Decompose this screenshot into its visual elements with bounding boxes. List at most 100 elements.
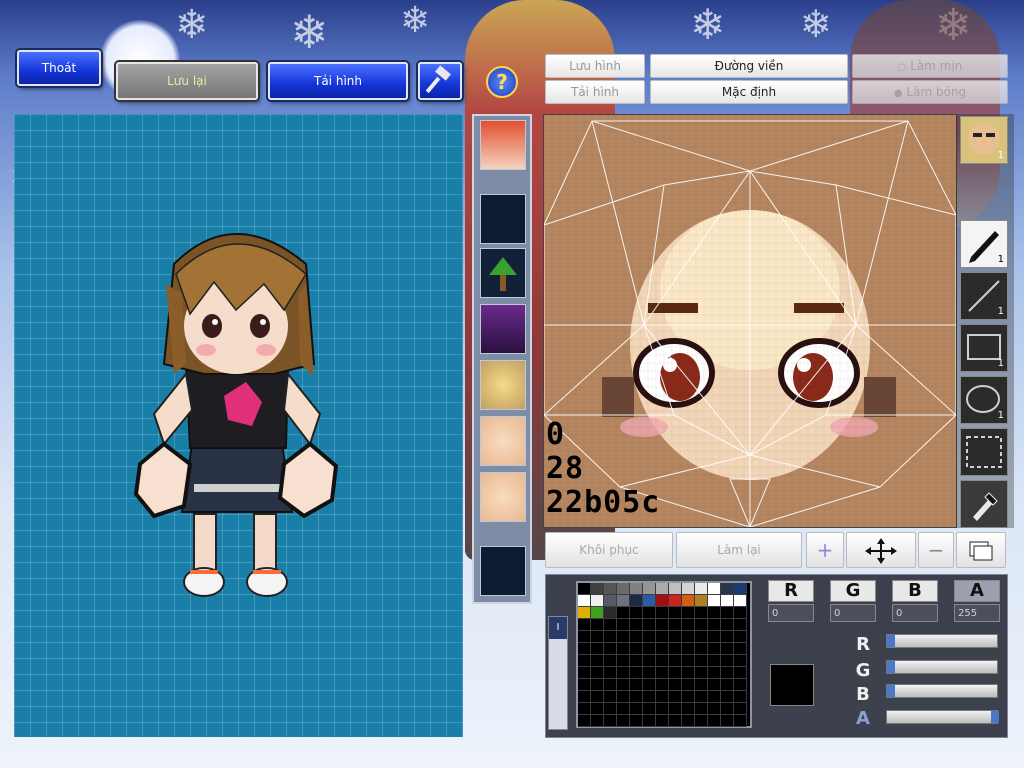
palette-swatch[interactable] bbox=[734, 643, 747, 655]
item-slot-face[interactable] bbox=[480, 360, 526, 410]
hammer-button[interactable] bbox=[418, 62, 462, 100]
palette-swatch[interactable] bbox=[682, 679, 695, 691]
palette-swatch[interactable] bbox=[656, 619, 669, 631]
palette-swatch[interactable] bbox=[630, 715, 643, 727]
palette-swatch[interactable] bbox=[643, 655, 656, 667]
slider-handle[interactable] bbox=[887, 685, 895, 697]
palette-tab-active[interactable]: I bbox=[549, 617, 567, 639]
palette-swatch[interactable] bbox=[721, 691, 734, 703]
palette-swatch[interactable] bbox=[643, 643, 656, 655]
palette-swatch[interactable] bbox=[734, 619, 747, 631]
palette-swatch[interactable] bbox=[643, 715, 656, 727]
ellipse-tool[interactable]: 1 bbox=[960, 376, 1008, 424]
palette-swatch[interactable] bbox=[630, 631, 643, 643]
item-slot-hair[interactable] bbox=[480, 120, 526, 170]
palette-swatch[interactable] bbox=[721, 667, 734, 679]
palette-swatch[interactable] bbox=[604, 655, 617, 667]
palette-swatch[interactable] bbox=[617, 679, 630, 691]
palette-swatch[interactable] bbox=[578, 667, 591, 679]
blue-value-field[interactable]: 0 bbox=[892, 604, 938, 622]
palette-swatch[interactable] bbox=[591, 679, 604, 691]
palette-swatch[interactable] bbox=[643, 631, 656, 643]
palette-swatch[interactable] bbox=[578, 655, 591, 667]
palette-swatch[interactable] bbox=[656, 643, 669, 655]
palette-swatch[interactable] bbox=[721, 583, 734, 595]
palette-swatch[interactable] bbox=[734, 655, 747, 667]
palette-swatch[interactable] bbox=[695, 583, 708, 595]
tab-default[interactable]: Mặc định bbox=[650, 80, 848, 104]
palette-swatch[interactable] bbox=[591, 631, 604, 643]
palette-swatch[interactable] bbox=[656, 679, 669, 691]
selection-tool[interactable] bbox=[960, 428, 1008, 476]
palette-swatch[interactable] bbox=[734, 691, 747, 703]
palette-swatch[interactable] bbox=[708, 643, 721, 655]
palette-swatch[interactable] bbox=[721, 595, 734, 607]
palette-swatch[interactable] bbox=[721, 655, 734, 667]
item-slot-plant[interactable] bbox=[480, 248, 526, 298]
palette-swatch[interactable] bbox=[734, 631, 747, 643]
palette-swatch[interactable] bbox=[721, 715, 734, 727]
palette-side-tabs[interactable]: I bbox=[548, 616, 568, 730]
palette-swatch[interactable] bbox=[734, 583, 747, 595]
green-slider[interactable] bbox=[886, 660, 998, 674]
texture-editor-canvas[interactable] bbox=[543, 114, 957, 528]
palette-swatch[interactable] bbox=[734, 667, 747, 679]
pen-tool[interactable]: 1 bbox=[960, 220, 1008, 268]
palette-swatch[interactable] bbox=[721, 619, 734, 631]
palette-swatch[interactable] bbox=[617, 595, 630, 607]
palette-swatch[interactable] bbox=[617, 631, 630, 643]
reload-image-button[interactable]: Tải hình bbox=[268, 62, 408, 100]
palette-swatch[interactable] bbox=[617, 643, 630, 655]
palette-swatch[interactable] bbox=[591, 655, 604, 667]
palette-swatch[interactable] bbox=[604, 595, 617, 607]
palette-swatch[interactable] bbox=[695, 607, 708, 619]
avatar-face-button[interactable]: 1 bbox=[960, 116, 1008, 164]
exit-button[interactable]: Thoát bbox=[17, 50, 101, 86]
palette-swatch[interactable] bbox=[734, 703, 747, 715]
palette-swatch[interactable] bbox=[617, 667, 630, 679]
palette-swatch[interactable] bbox=[669, 619, 682, 631]
palette-swatch[interactable] bbox=[604, 679, 617, 691]
zoom-out-button[interactable]: − bbox=[918, 532, 954, 568]
slider-handle[interactable] bbox=[887, 635, 895, 647]
rectangle-tool[interactable]: 1 bbox=[960, 324, 1008, 372]
palette-swatch[interactable] bbox=[617, 703, 630, 715]
palette-swatch[interactable] bbox=[604, 619, 617, 631]
palette-swatch[interactable] bbox=[591, 595, 604, 607]
palette-swatch[interactable] bbox=[669, 583, 682, 595]
redo-button[interactable]: Làm lại bbox=[676, 532, 802, 568]
item-slot-empty[interactable] bbox=[480, 546, 526, 596]
palette-swatch[interactable] bbox=[617, 607, 630, 619]
palette-swatch[interactable] bbox=[617, 715, 630, 727]
palette-swatch[interactable] bbox=[617, 583, 630, 595]
palette-swatch[interactable] bbox=[604, 643, 617, 655]
palette-swatch[interactable] bbox=[578, 631, 591, 643]
palette-swatch[interactable] bbox=[630, 595, 643, 607]
item-slot-empty[interactable] bbox=[480, 194, 526, 244]
palette-swatch[interactable] bbox=[630, 679, 643, 691]
palette-swatch[interactable] bbox=[682, 583, 695, 595]
palette-swatch[interactable] bbox=[591, 643, 604, 655]
palette-swatch[interactable] bbox=[695, 631, 708, 643]
shine-option[interactable]: ● Làm bóng bbox=[852, 80, 1008, 104]
palette-swatch[interactable] bbox=[695, 655, 708, 667]
palette-swatch[interactable] bbox=[734, 679, 747, 691]
palette-swatch[interactable] bbox=[643, 679, 656, 691]
palette-swatch[interactable] bbox=[708, 655, 721, 667]
palette-swatch[interactable] bbox=[630, 667, 643, 679]
palette-swatch[interactable] bbox=[578, 595, 591, 607]
palette-swatch[interactable] bbox=[708, 631, 721, 643]
palette-swatch[interactable] bbox=[604, 607, 617, 619]
color-palette-grid[interactable] bbox=[576, 581, 752, 728]
palette-swatch[interactable] bbox=[669, 655, 682, 667]
palette-swatch[interactable] bbox=[630, 655, 643, 667]
palette-swatch[interactable] bbox=[643, 607, 656, 619]
palette-swatch[interactable] bbox=[591, 619, 604, 631]
palette-swatch[interactable] bbox=[578, 679, 591, 691]
palette-swatch[interactable] bbox=[630, 619, 643, 631]
green-value-field[interactable]: 0 bbox=[830, 604, 876, 622]
tab-load-image[interactable]: Tải hình bbox=[545, 80, 645, 104]
palette-swatch[interactable] bbox=[695, 619, 708, 631]
palette-swatch[interactable] bbox=[617, 655, 630, 667]
palette-swatch[interactable] bbox=[708, 583, 721, 595]
